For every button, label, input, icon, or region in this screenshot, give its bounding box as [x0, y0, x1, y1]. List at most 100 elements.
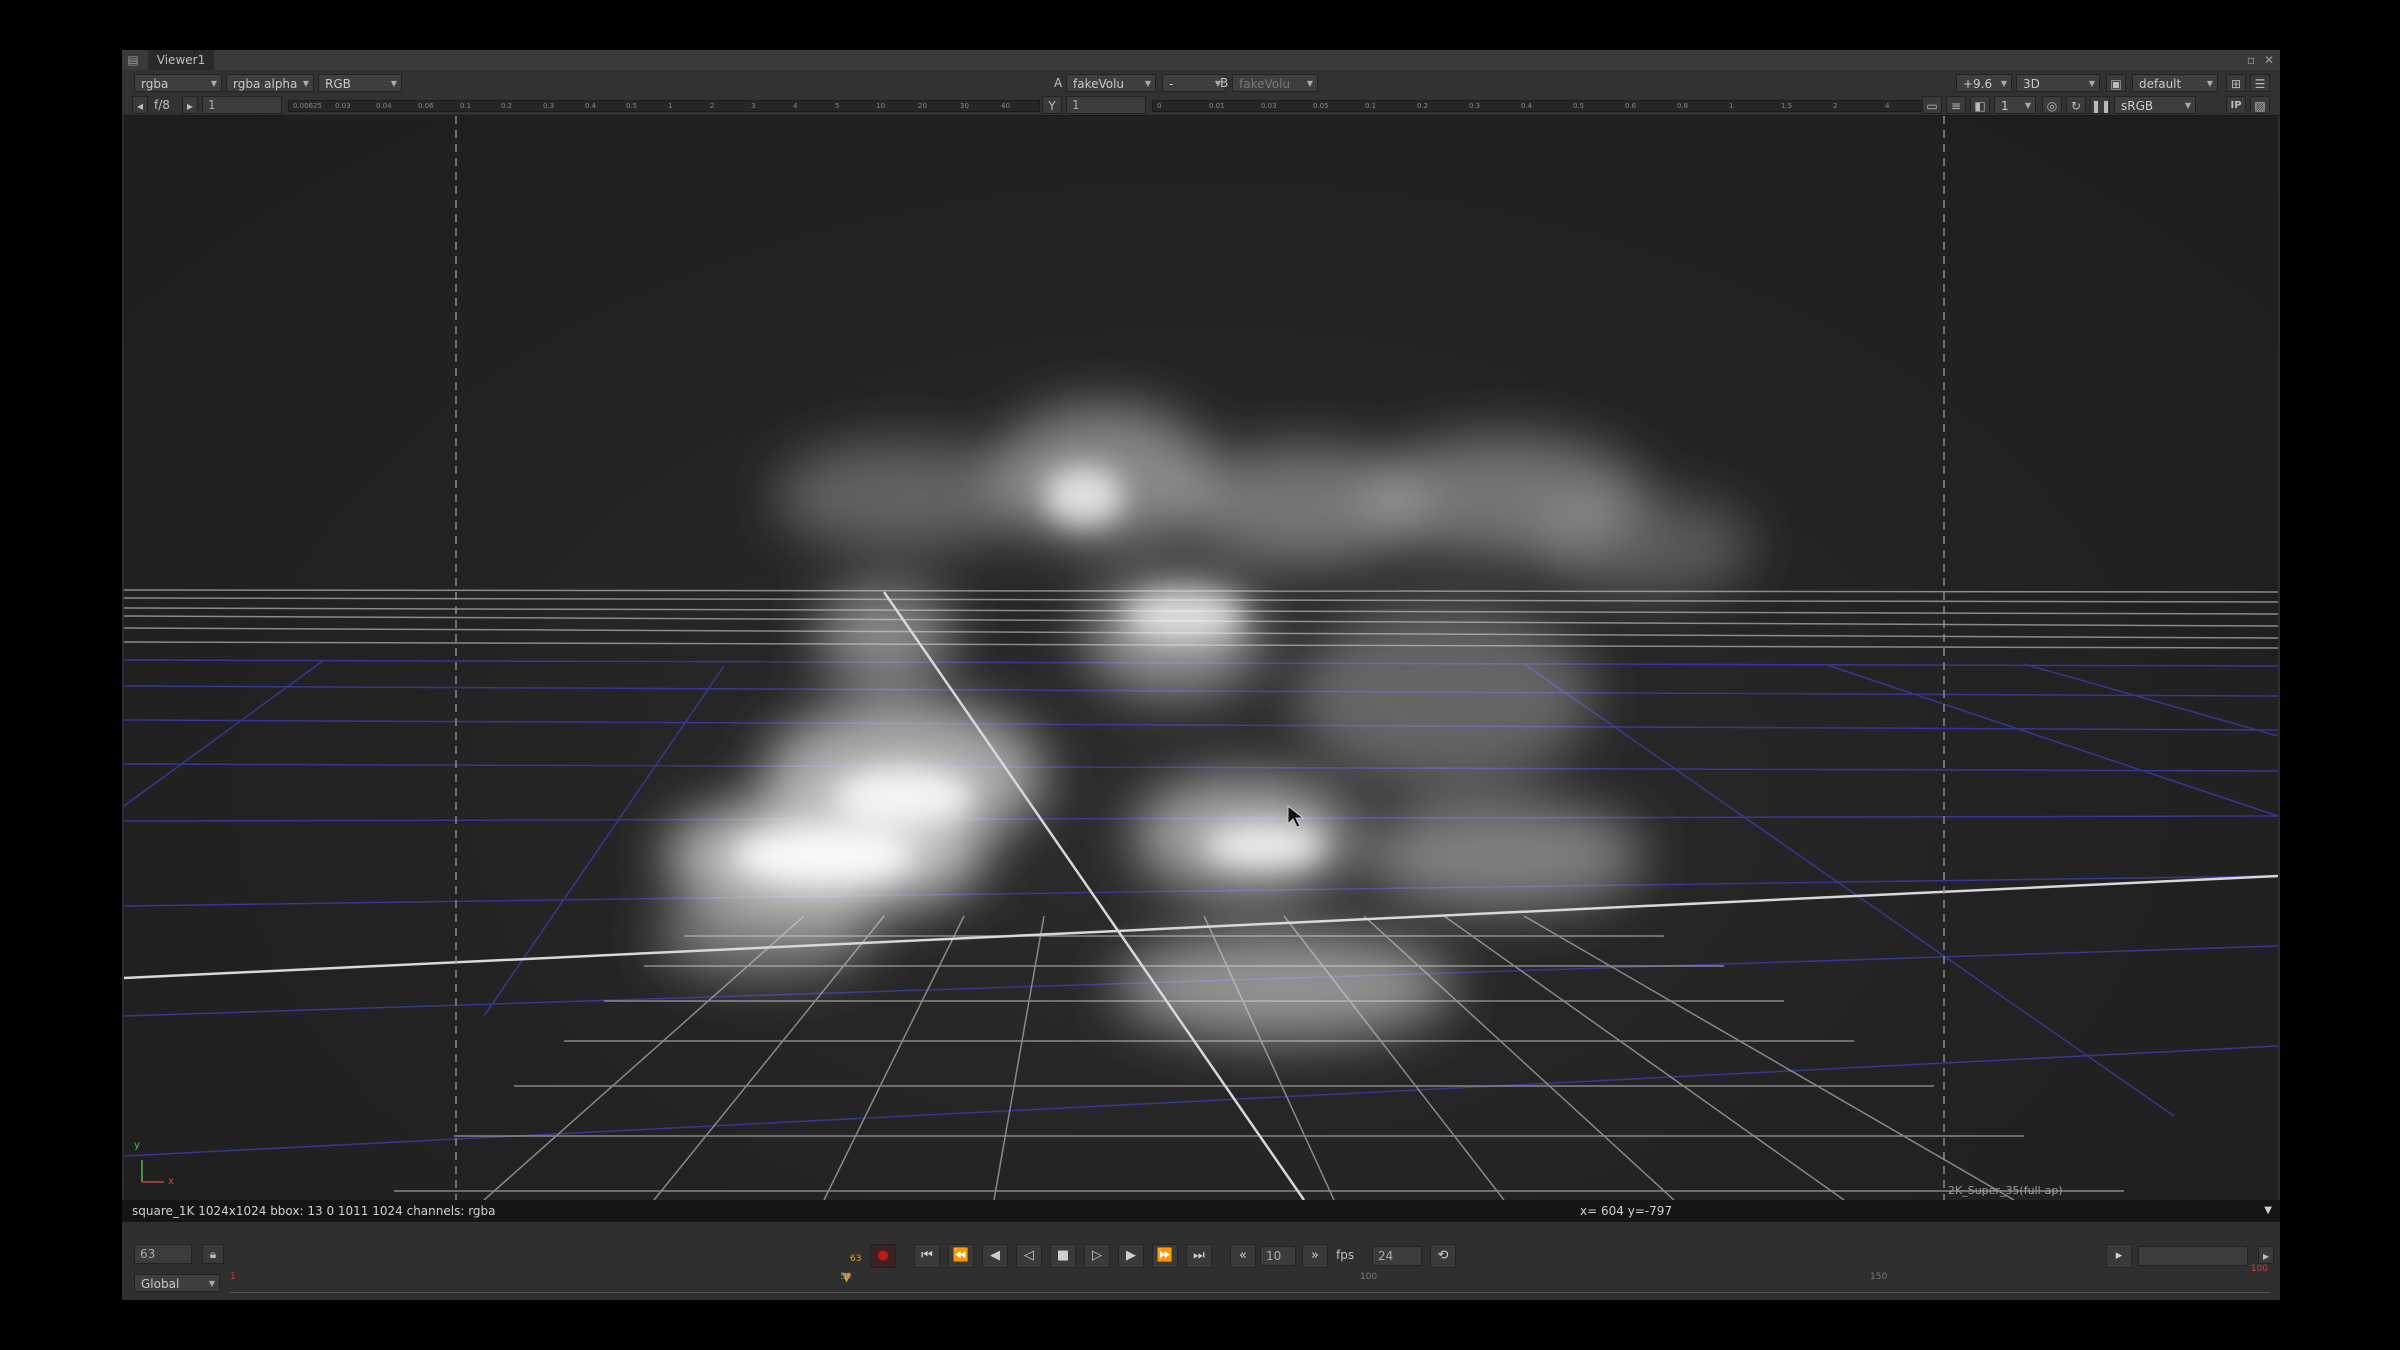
prev-keyframe-button[interactable]: ⏪ — [948, 1244, 974, 1268]
first-frame-button[interactable]: ⏮ — [914, 1244, 940, 1268]
channels-value: rgba — [141, 77, 169, 91]
frame-slider[interactable]: 1 ▼ 63 50 100 150 100 — [230, 1254, 2270, 1293]
compare-mode-dropdown[interactable]: - ▼ — [1162, 74, 1226, 92]
play-backward-button[interactable]: ◁ — [1016, 1244, 1042, 1268]
input-a-dropdown[interactable]: fakeVolu ▼ — [1066, 74, 1156, 92]
playback-range-icon[interactable]: ▸ — [2106, 1244, 2132, 1268]
viewport-canvas[interactable] — [124, 116, 2278, 1200]
zoom-dropdown[interactable]: +9.6 ▼ — [1956, 74, 2012, 92]
tick-label-50: 50 — [840, 1272, 852, 1282]
ruler-tick-label: 0.03 — [335, 102, 351, 110]
timeline-menu-icon[interactable]: ▸ — [2258, 1246, 2274, 1264]
alpha-channel-value: rgba alpha — [233, 77, 298, 91]
gamma-slider[interactable]: 0 0.01 0.03 0.05 0.1 0.2 0.3 0.4 0.5 0.6 0.8 1 1.5 2 4 — [1152, 100, 1934, 112]
ruler-tick-label: 3 — [751, 102, 756, 110]
next-keyframe-button[interactable]: ⏩ — [1152, 1244, 1178, 1268]
ruler-tick-label: 0.1 — [1365, 102, 1377, 110]
ruler-tick-label: 0.5 — [1573, 102, 1585, 110]
camera-lock-icon[interactable]: ▣ — [2106, 74, 2126, 92]
ruler-tick-label: 0.2 — [1417, 102, 1429, 110]
alpha-channel-dropdown[interactable]: rgba alpha ▼ — [226, 74, 314, 92]
fstop-increase-icon[interactable]: ▸ — [182, 96, 198, 114]
last-frame-button[interactable]: ⏭ — [1186, 1244, 1212, 1268]
gain-slider[interactable]: 0.00625 0.03 0.04 0.06 0.1 0.2 0.3 0.4 0.5 1 2 3 4 5 1… — [288, 100, 1040, 112]
skip-forward-button[interactable]: » — [1302, 1244, 1328, 1268]
ruler-tick-label: 0.04 — [376, 102, 392, 110]
ruler-tick-label: 30 — [960, 102, 969, 110]
gamma-toggle-icon[interactable]: Y — [1042, 96, 1062, 114]
clip-warning-icon[interactable]: ▭ — [1922, 96, 1942, 114]
tab-viewer1[interactable]: Viewer1 — [148, 50, 214, 70]
viewer-settings-icon[interactable]: ☰ — [2250, 74, 2270, 92]
range-mode-dropdown[interactable]: Global ▼ — [134, 1274, 220, 1292]
proxy-dropdown[interactable]: 1 ▼ — [1994, 96, 2036, 114]
ruler-tick-label: 0.6 — [1625, 102, 1637, 110]
proxy-value: 1 — [2001, 99, 2009, 113]
ruler-tick-label: 0.3 — [543, 102, 555, 110]
display-channel-dropdown[interactable]: RGB ▼ — [318, 74, 402, 92]
colorspace-dropdown[interactable]: sRGB ▼ — [2114, 96, 2196, 114]
ruler-tick-label: 40 — [1001, 102, 1010, 110]
playhead-frame-label: 63 — [850, 1254, 862, 1264]
ruler-tick-label: 0.1 — [460, 102, 472, 110]
pane-menu-icon[interactable]: ▤ — [126, 53, 140, 67]
input-b-value: fakeVolu — [1239, 77, 1291, 91]
viewer-title-bar: ▤ Viewer1 ▫ ✕ — [122, 50, 2280, 70]
input-a-label: A — [1054, 76, 1063, 90]
info-expand-icon[interactable]: ▼ — [2264, 1200, 2272, 1222]
downscale-icon[interactable]: ◧ — [1970, 96, 1990, 114]
loop-mode-button[interactable]: ⟲ — [1430, 1244, 1456, 1268]
frame-end-label: 100 — [2250, 1264, 2268, 1274]
ruler-tick-label: 20 — [918, 102, 927, 110]
gamma-field[interactable]: 1 — [1066, 96, 1146, 114]
view-mode-dropdown[interactable]: 3D ▼ — [2016, 74, 2100, 92]
range-mode-value: Global — [141, 1277, 180, 1291]
ruler-tick-label: 2 — [1833, 102, 1838, 110]
lock-icon[interactable]: 🔒︎ — [202, 1244, 224, 1264]
viewer-3d-viewport[interactable]: y x 2K_Super_35(full-ap) — [124, 116, 2278, 1200]
ruler-tick-label: 0.5 — [626, 102, 638, 110]
proxy-icon[interactable]: ≡ — [1946, 96, 1966, 114]
ruler-tick-label: 0.4 — [585, 102, 597, 110]
close-icon[interactable]: ✕ — [2262, 53, 2276, 67]
fps-field[interactable]: 24 — [1372, 1246, 1422, 1266]
axis-x-label: x — [168, 1176, 174, 1187]
current-frame-field[interactable]: 63 — [134, 1244, 192, 1264]
ruler-tick-label: 0 — [1157, 102, 1162, 110]
play-forward-button[interactable]: ▷ — [1084, 1244, 1110, 1268]
next-frame-button[interactable]: ▶ — [1118, 1244, 1144, 1268]
axis-gizmo — [141, 1160, 164, 1183]
ruler-tick-label: 0.2 — [501, 102, 513, 110]
skip-back-button[interactable]: « — [1230, 1244, 1256, 1268]
tick-label-100: 100 — [1360, 1272, 1378, 1282]
fstop-decrease-icon[interactable]: ◂ — [132, 96, 148, 114]
float-icon[interactable]: ▫ — [2244, 53, 2258, 67]
fps-label: fps — [1336, 1248, 1355, 1262]
roi-icon[interactable]: ⊞ — [2226, 74, 2246, 92]
record-button[interactable]: ● — [870, 1244, 896, 1268]
colorspace-value: sRGB — [2121, 99, 2154, 113]
refresh-icon[interactable]: ↻ — [2066, 96, 2086, 114]
wipe-icon[interactable]: ▨ — [2250, 96, 2270, 114]
pause-icon[interactable]: ❚❚ — [2090, 96, 2111, 114]
stop-button[interactable]: ■ — [1050, 1244, 1076, 1268]
viewer-toolbar-top: rgba ▼ rgba alpha ▼ RGB ▼ A fakeVolu ▼ - ▼ B … — [122, 70, 2280, 95]
display-channel-value: RGB — [325, 77, 351, 91]
ruler-tick-label: 1 — [668, 102, 673, 110]
render-icon[interactable]: ◎ — [2042, 96, 2062, 114]
channels-dropdown[interactable]: rgba ▼ — [134, 74, 222, 92]
axis-y-label: y — [134, 1140, 140, 1151]
prev-frame-button[interactable]: ◀ — [982, 1244, 1008, 1268]
frame-range-field[interactable] — [2138, 1246, 2248, 1266]
tick-label-150: 150 — [1870, 1272, 1888, 1282]
increment-field[interactable]: 10 — [1260, 1246, 1296, 1266]
input-b-dropdown[interactable]: fakeVolu ▼ — [1232, 74, 1318, 92]
frame-start-label: 1 — [230, 1272, 236, 1282]
lut-dropdown[interactable]: default ▼ — [2132, 74, 2218, 92]
format-label: 2K_Super_35(full-ap) — [1948, 1184, 2063, 1197]
ruler-tick-label: 4 — [793, 102, 798, 110]
gain-field[interactable]: 1 — [202, 96, 282, 114]
viewer-toolbar-bottom: ◂ f/8 ▸ 1 0.00625 0.03 0.04 0.06 0.1 0.2 0.3 0.… — [122, 95, 2280, 116]
input-process-button[interactable]: IP — [2226, 96, 2246, 114]
ruler-tick-label: 0.8 — [1677, 102, 1689, 110]
